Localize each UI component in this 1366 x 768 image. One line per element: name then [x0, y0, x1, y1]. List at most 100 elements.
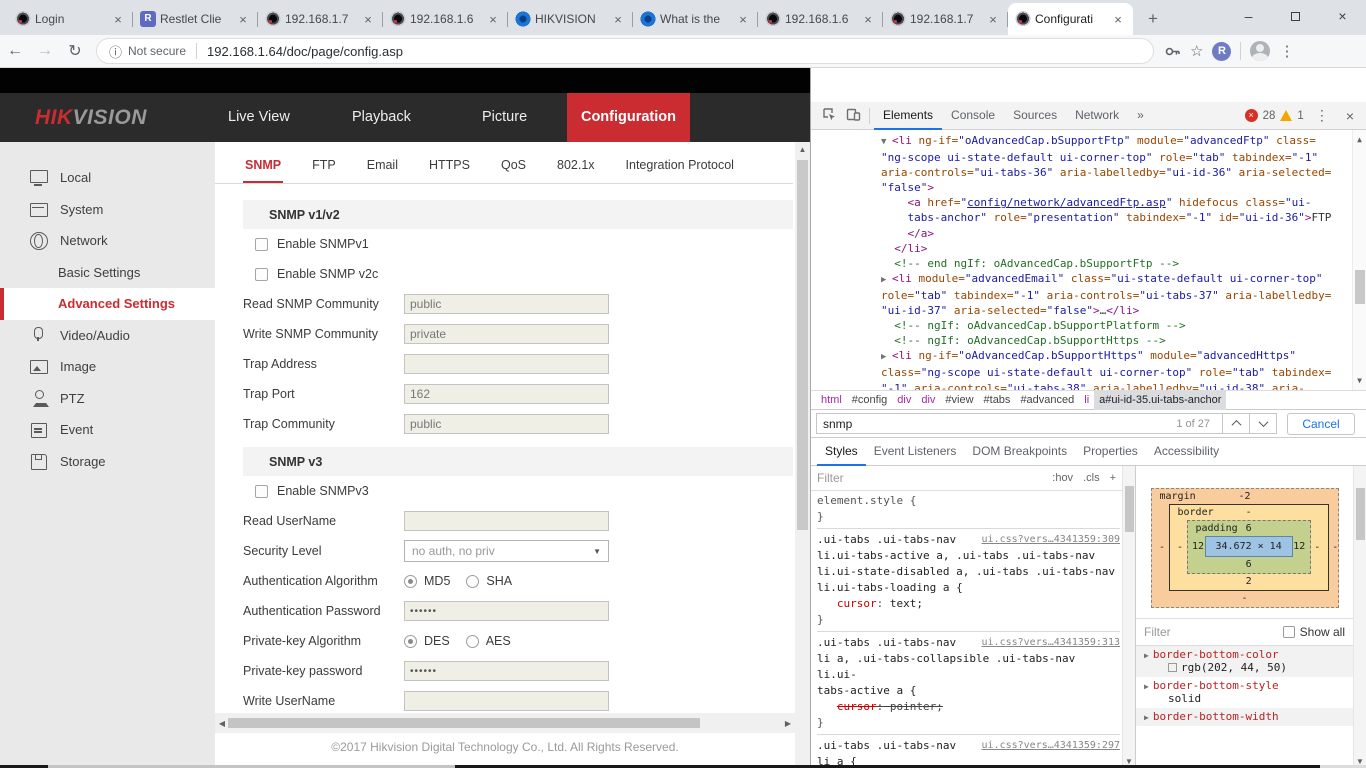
- css-line[interactable]: ui.css?vers…4341359:309.ui-tabs .ui-tabs…: [817, 528, 1120, 548]
- code-line[interactable]: "ng-scope ui-state-default ui-corner-top…: [881, 150, 1350, 165]
- box-model-diagram[interactable]: margin-2 - border- - padding6: [1151, 488, 1339, 608]
- breadcrumb-item[interactable]: a#ui-id-35.ui-tabs-anchor: [1094, 391, 1226, 410]
- new-style-rule-button[interactable]: +: [1110, 472, 1116, 484]
- enable-snmpv1-checkbox[interactable]: [255, 238, 268, 251]
- enable-snmpv3-checkbox[interactable]: [255, 485, 268, 498]
- sidebar-item[interactable]: Local: [0, 162, 215, 194]
- devtools-tab[interactable]: Elements: [874, 102, 942, 130]
- code-line[interactable]: ▶<li ng-if="oAdvancedCap.bSupportHttps" …: [881, 348, 1350, 365]
- breadcrumb-item[interactable]: div: [892, 391, 916, 410]
- css-line[interactable]: ui.css?vers…4341359:297.ui-tabs .ui-tabs…: [817, 734, 1120, 754]
- devtools-close-icon[interactable]: ×: [1340, 108, 1360, 124]
- privkey-aes-radio[interactable]: [466, 635, 479, 648]
- css-line[interactable]: cursor: pointer;: [817, 699, 1120, 715]
- device-toolbar-icon[interactable]: [841, 107, 865, 125]
- content-horizontal-scrollbar[interactable]: ◀ ▶: [215, 713, 795, 733]
- sidebar-item[interactable]: Event: [0, 414, 215, 446]
- profile-avatar[interactable]: [1250, 41, 1270, 61]
- scroll-left-icon[interactable]: ◀: [215, 719, 229, 728]
- elements-scroll-thumb[interactable]: [1355, 270, 1365, 304]
- sidebar-pane-tab[interactable]: DOM Breakpoints: [964, 438, 1075, 466]
- sidebar-item[interactable]: Video/Audio: [0, 320, 215, 352]
- code-line[interactable]: <a href="config/network/advancedFtp.asp"…: [881, 195, 1350, 210]
- code-line[interactable]: "-1" aria-controls="ui-tabs-38" aria-lab…: [881, 381, 1350, 391]
- content-tab[interactable]: 802.1x: [555, 158, 597, 183]
- read-username-input[interactable]: [404, 511, 609, 531]
- styles-filter-input[interactable]: Filter: [817, 471, 1052, 485]
- tab-close-icon[interactable]: ×: [860, 12, 876, 27]
- sidebar-item[interactable]: Advanced Settings: [0, 288, 215, 320]
- forward-icon[interactable]: →: [30, 42, 60, 60]
- omnibox[interactable]: ⓘ Not secure 192.168.1.64/doc/page/confi…: [96, 38, 1154, 64]
- code-line[interactable]: "ui-id-37" aria-selected="false">…</li>: [881, 303, 1350, 318]
- code-line[interactable]: class="ng-scope ui-state-default ui-corn…: [881, 365, 1350, 380]
- scroll-right-icon[interactable]: ▶: [781, 719, 795, 728]
- code-line[interactable]: </a>: [881, 226, 1350, 241]
- security-chip[interactable]: ⓘ Not secure: [109, 42, 186, 61]
- elements-scrollbar[interactable]: ▲ ▼: [1352, 130, 1366, 390]
- scroll-up-icon[interactable]: ▲: [795, 145, 810, 154]
- hov-toggle[interactable]: :hov: [1052, 472, 1073, 484]
- auth-password-input[interactable]: [404, 601, 609, 621]
- devtools-tab[interactable]: Sources: [1004, 102, 1066, 130]
- auth-sha-radio[interactable]: [466, 575, 479, 588]
- scroll-up-icon[interactable]: ▲: [1353, 132, 1366, 147]
- sidebar-item[interactable]: System: [0, 194, 215, 226]
- nav-configuration[interactable]: Configuration: [567, 93, 690, 142]
- code-line[interactable]: <!-- ngIf: oAdvancedCap.bSupportPlatform…: [881, 318, 1350, 333]
- tab-close-icon[interactable]: ×: [610, 12, 626, 27]
- code-line[interactable]: aria-controls="ui-tabs-36" aria-labelled…: [881, 165, 1350, 180]
- css-line[interactable]: }: [817, 612, 1120, 628]
- sidebar-item[interactable]: Network: [0, 225, 215, 257]
- inspect-element-icon[interactable]: [817, 107, 841, 125]
- reload-icon[interactable]: ↻: [60, 41, 90, 61]
- breadcrumb-item[interactable]: #config: [847, 391, 892, 410]
- horizontal-scroll-thumb[interactable]: [228, 718, 700, 728]
- sidebar-item[interactable]: PTZ: [0, 383, 215, 415]
- computed-filter-input[interactable]: Filter: [1144, 625, 1283, 639]
- disclosure-arrow-icon[interactable]: ▶: [1144, 682, 1149, 691]
- computed-property-row[interactable]: ▶border-bottom-color rgb(202, 44, 50): [1136, 646, 1353, 677]
- tab-close-icon[interactable]: ×: [360, 12, 376, 27]
- devtools-tab[interactable]: Console: [942, 102, 1004, 130]
- chrome-menu-icon[interactable]: ⋮: [1279, 42, 1294, 60]
- css-line[interactable]: }: [817, 509, 1120, 525]
- code-line[interactable]: "false">: [881, 180, 1350, 195]
- content-vertical-scrollbar[interactable]: ▲ ▼: [795, 142, 810, 768]
- browser-tab[interactable]: HIKVISION ×: [508, 3, 633, 35]
- computed-property-row[interactable]: ▶border-bottom-style solid: [1136, 677, 1353, 708]
- sidebar-item[interactable]: Basic Settings: [0, 257, 215, 289]
- vertical-scroll-thumb[interactable]: [797, 160, 808, 530]
- sidebar-item[interactable]: Storage: [0, 446, 215, 478]
- security-level-select[interactable]: no auth, no priv ▼: [404, 540, 609, 562]
- tab-close-icon[interactable]: ×: [735, 12, 751, 27]
- code-line[interactable]: role="tab" tabindex="-1" aria-controls="…: [881, 288, 1350, 303]
- breadcrumb-item[interactable]: #view: [940, 391, 978, 410]
- search-cancel-button[interactable]: Cancel: [1287, 413, 1355, 435]
- cls-toggle[interactable]: .cls: [1083, 472, 1100, 484]
- disclosure-arrow-icon[interactable]: ▶: [1144, 713, 1149, 722]
- tab-close-icon[interactable]: ×: [235, 12, 251, 27]
- sidebar-pane-tab[interactable]: Properties: [1075, 438, 1146, 466]
- warning-badge-icon[interactable]: [1280, 110, 1292, 121]
- search-previous-button[interactable]: [1223, 413, 1250, 434]
- field-input[interactable]: [404, 414, 609, 434]
- privkey-des-radio[interactable]: [404, 635, 417, 648]
- content-tab[interactable]: HTTPS: [427, 158, 472, 183]
- devtools-menu-icon[interactable]: ⋮: [1309, 107, 1335, 124]
- computed-scroll-thumb[interactable]: [1356, 488, 1365, 540]
- tab-close-icon[interactable]: ×: [985, 12, 1001, 27]
- back-icon[interactable]: ←: [0, 42, 30, 60]
- sidebar-pane-tab[interactable]: Event Listeners: [866, 438, 965, 466]
- styles-scrollbar[interactable]: ▼: [1122, 466, 1135, 768]
- search-input[interactable]: snmp 1 of 27: [816, 413, 1223, 434]
- code-line[interactable]: ▶<li module="advancedEmail" class="ui-st…: [881, 271, 1350, 288]
- field-input[interactable]: [404, 354, 609, 374]
- breadcrumb-item[interactable]: html: [816, 391, 847, 410]
- tab-close-icon[interactable]: ×: [485, 12, 501, 27]
- elements-tree[interactable]: ▼<li ng-if="oAdvancedCap.bSupportFtp" mo…: [811, 130, 1366, 390]
- breadcrumb-item[interactable]: li: [1079, 391, 1094, 410]
- breadcrumb-item[interactable]: div: [916, 391, 940, 410]
- code-line[interactable]: tabs-anchor" role="presentation" tabinde…: [881, 210, 1350, 225]
- css-line[interactable]: li.ui-tabs-loading a {: [817, 580, 1120, 596]
